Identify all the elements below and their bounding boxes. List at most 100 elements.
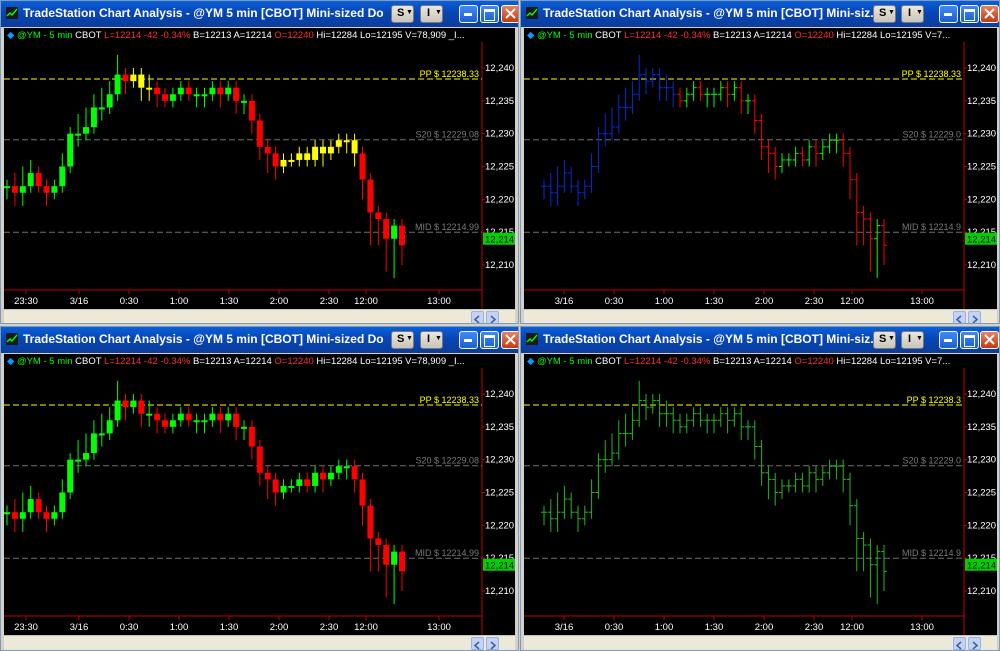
horizontal-scrollbar[interactable]	[524, 309, 997, 323]
scroll-right-button[interactable]	[968, 637, 981, 650]
close-button[interactable]	[980, 5, 999, 23]
candle-body	[138, 400, 145, 414]
title-bar[interactable]: TradeStation Chart Analysis - @YM 5 min …	[521, 327, 999, 353]
candle-body	[43, 512, 50, 519]
style-i-button[interactable]: I ▼	[420, 331, 443, 349]
horizontal-scrollbar[interactable]	[524, 635, 997, 650]
candle-body	[248, 100, 255, 121]
time-label: 1:30	[705, 622, 724, 633]
style-s-button[interactable]: S ▼	[873, 331, 896, 349]
tradestation-app-icon	[6, 333, 18, 345]
chart-panel[interactable]: ◆ @YM - 5 min CBOT L=12214 -42 -0.34% B=…	[4, 28, 515, 310]
price-label: 12,230	[967, 129, 996, 140]
minimize-button[interactable]	[939, 331, 958, 349]
candle-body	[122, 400, 129, 408]
maximize-button[interactable]	[480, 331, 499, 349]
time-label: 2:30	[805, 296, 824, 307]
style-i-button[interactable]: I ▼	[420, 5, 443, 23]
title-bar[interactable]: TradeStation Chart Analysis - @YM 5 min …	[1, 1, 518, 27]
chevron-left-icon	[473, 641, 480, 650]
candle-body	[154, 87, 161, 95]
candle-body	[27, 173, 34, 187]
last-price-label: 12,214	[485, 561, 514, 572]
title-bar[interactable]: TradeStation Chart Analysis - @YM 5 min …	[1, 327, 518, 353]
candle-body	[256, 120, 263, 147]
candle-body	[217, 413, 224, 421]
time-label: 3/16	[70, 296, 89, 307]
style-i-button[interactable]: I ▼	[901, 5, 924, 23]
candle-body	[201, 94, 208, 97]
title-bar[interactable]: TradeStation Chart Analysis - @YM 5 min …	[521, 1, 999, 27]
scroll-right-button[interactable]	[486, 637, 499, 650]
candle-body	[367, 505, 374, 539]
candle-body	[169, 420, 176, 427]
price-label: 12,220	[967, 520, 996, 531]
window-3: TradeStation Chart Analysis - @YM 5 min …	[0, 326, 519, 651]
candle-body	[225, 413, 232, 421]
candle-body	[383, 219, 390, 239]
style-s-button[interactable]: S ▼	[391, 331, 414, 349]
horizontal-scrollbar[interactable]	[4, 309, 515, 323]
horizontal-scrollbar[interactable]	[4, 635, 515, 650]
candle-body	[98, 433, 105, 436]
time-label: 0:30	[605, 296, 624, 307]
price-label: 12,235	[485, 422, 514, 433]
time-label: 12:00	[354, 296, 378, 307]
chart-panel[interactable]: ◆ @YM - 5 min CBOT L=12214 -42 -0.34% B=…	[524, 28, 997, 310]
candle-body	[399, 551, 405, 572]
close-button[interactable]	[501, 5, 518, 23]
price-label: 12,235	[485, 96, 514, 107]
maximize-icon	[484, 335, 495, 347]
candle-body	[296, 153, 303, 160]
close-button[interactable]	[980, 331, 999, 349]
price-label: 12,240	[485, 389, 514, 400]
time-label: 1:00	[655, 296, 674, 307]
scroll-left-button[interactable]	[953, 637, 966, 650]
maximize-button[interactable]	[960, 331, 979, 349]
price-label: 12,225	[967, 488, 996, 499]
close-icon	[505, 334, 516, 345]
maximize-button[interactable]	[960, 5, 979, 23]
close-icon	[984, 8, 995, 19]
scroll-left-button[interactable]	[471, 311, 484, 323]
scroll-right-button[interactable]	[968, 311, 981, 323]
time-label: 3/16	[555, 622, 574, 633]
status-line: ◆ @YM - 5 min CBOT L=12214 -42 -0.34% B=…	[7, 30, 465, 41]
candle-body	[343, 140, 350, 143]
candle-body	[256, 446, 263, 473]
candle-body	[106, 94, 113, 108]
candle-body	[130, 74, 137, 82]
scroll-right-button[interactable]	[486, 311, 499, 323]
style-i-button[interactable]: I ▼	[901, 331, 924, 349]
style-s-button[interactable]: S ▼	[391, 5, 414, 23]
minimize-icon	[464, 339, 472, 342]
candle-body	[4, 512, 10, 515]
candle-body	[35, 173, 42, 187]
scroll-left-button[interactable]	[471, 637, 484, 650]
price-label: 12,220	[485, 520, 514, 531]
style-s-button[interactable]: S ▼	[873, 5, 896, 23]
price-label: 12,240	[485, 63, 514, 74]
minimize-button[interactable]	[459, 5, 478, 23]
chart-panel[interactable]: ◆ @YM - 5 min CBOT L=12214 -42 -0.34% B=…	[524, 354, 997, 636]
chart-panel[interactable]: ◆ @YM - 5 min CBOT L=12214 -42 -0.34% B=…	[4, 354, 515, 636]
minimize-button[interactable]	[939, 5, 958, 23]
candle-body	[67, 133, 74, 167]
price-label: 12,240	[967, 63, 996, 74]
candle-body	[51, 512, 58, 519]
scroll-left-button[interactable]	[953, 311, 966, 323]
chevron-right-icon	[490, 315, 497, 323]
window-title: TradeStation Chart Analysis - @YM 5 min …	[23, 332, 383, 346]
candle-body	[304, 153, 311, 160]
price-label: 12,220	[967, 194, 996, 205]
minimize-button[interactable]	[459, 331, 478, 349]
close-button[interactable]	[501, 331, 518, 349]
maximize-button[interactable]	[480, 5, 499, 23]
candle-body	[146, 413, 153, 416]
status-line: ◆ @YM - 5 min CBOT L=12214 -42 -0.34% B=…	[527, 356, 950, 367]
time-label: 13:00	[910, 296, 934, 307]
time-label: 0:30	[120, 622, 139, 633]
candle-body	[272, 479, 279, 493]
candle-body	[241, 426, 247, 429]
chevron-left-icon	[955, 315, 962, 323]
